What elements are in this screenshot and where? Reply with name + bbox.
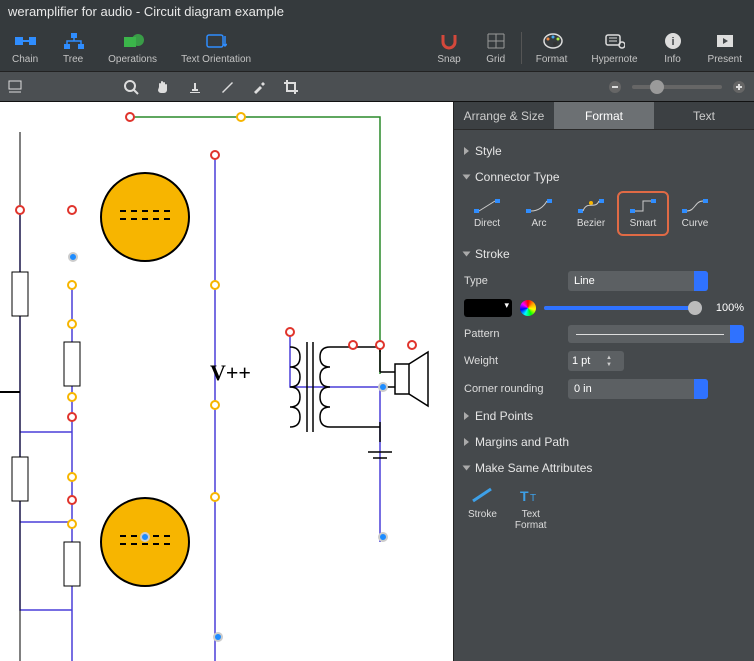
magnifier-tool[interactable] [122,78,140,96]
svg-text:i: i [671,36,674,48]
section-make-same[interactable]: Make Same Attributes [464,455,744,481]
connector-smart[interactable]: Smart [620,194,666,233]
layers-button[interactable] [6,78,24,96]
hypernote-tool[interactable]: Hypernote [585,31,643,65]
svg-text:T: T [530,493,536,504]
info-tool[interactable]: i Info [656,31,690,65]
connector-type-group: Direct Arc Bezier Smart Curve [464,194,744,233]
inspector-panel: Arrange & Size Format Text Style Connect… [454,102,754,661]
connector-direct[interactable]: Direct [464,194,510,233]
stroke-weight-label: Weight [464,355,560,367]
make-same-stroke[interactable]: Stroke [468,487,497,531]
format-tool[interactable]: Format [530,31,574,65]
grid-icon [485,31,507,51]
format-icon [541,31,563,51]
corner-rounding-select[interactable]: 0 in [568,379,708,399]
title-bar: weramplifier for audio - Circuit diagram… [0,0,754,24]
color-wheel-icon[interactable] [520,300,536,316]
connector-arc[interactable]: Arc [516,194,562,233]
chain-label: Chain [12,54,38,65]
zoom-control[interactable] [606,78,748,96]
eyedropper-tool[interactable] [250,78,268,96]
section-style[interactable]: Style [464,138,744,164]
section-end-points[interactable]: End Points [464,403,744,429]
operations-label: Operations [108,54,157,65]
present-label: Present [708,54,742,65]
stroke-opacity-slider[interactable] [544,306,702,310]
operations-icon [122,31,144,51]
tree-icon [62,31,84,51]
present-tool[interactable]: Present [702,31,748,65]
stroke-type-label: Type [464,275,560,287]
stroke-pattern-select[interactable] [568,325,744,343]
text-orientation-label: Text Orientation [181,54,251,65]
section-stroke[interactable]: Stroke [464,241,744,267]
tree-label: Tree [63,54,83,65]
connector-curve[interactable]: Curve [672,194,718,233]
zoom-out-button[interactable] [606,78,624,96]
section-margins-path[interactable]: Margins and Path [464,429,744,455]
corner-rounding-label: Corner rounding [464,383,560,395]
crop-tool[interactable] [282,78,300,96]
zoom-slider[interactable] [632,85,722,89]
section-connector-type[interactable]: Connector Type [464,164,744,190]
main-toolbar: Chain Tree Operations Text Orientation [0,24,754,72]
grid-label: Grid [486,54,505,65]
stamp-tool[interactable] [186,78,204,96]
stroke-opacity-value: 100% [710,302,744,314]
canvas-toolbar [0,72,754,102]
snap-label: Snap [437,54,460,65]
tab-arrange-size[interactable]: Arrange & Size [454,102,554,129]
zoom-in-button[interactable] [730,78,748,96]
brush-tool[interactable] [218,78,236,96]
hypernote-label: Hypernote [591,54,637,65]
canvas[interactable]: V++ [0,102,454,661]
text-orientation-icon [205,31,227,51]
svg-text:T: T [520,488,529,504]
connector-bezier[interactable]: Bezier [568,194,614,233]
info-icon: i [662,31,684,51]
operations-tool[interactable]: Operations [102,31,163,65]
inspector-tabs: Arrange & Size Format Text [454,102,754,130]
tab-text[interactable]: Text [654,102,754,129]
stroke-pattern-label: Pattern [464,328,560,340]
stroke-color-swatch[interactable] [464,299,512,317]
text-orientation-tool[interactable]: Text Orientation [175,31,257,65]
document-title: weramplifier for audio - Circuit diagram… [8,4,284,19]
info-label: Info [664,54,681,65]
hypernote-icon [603,31,625,51]
snap-tool[interactable]: Snap [431,31,466,65]
chain-tool[interactable]: Chain [6,31,44,65]
format-label: Format [536,54,568,65]
tree-tool[interactable]: Tree [56,31,90,65]
chain-icon [14,31,36,51]
stroke-weight-stepper[interactable]: 1 pt ▲▼ [568,351,624,371]
present-icon [714,31,736,51]
stroke-type-select[interactable]: Line [568,271,708,291]
snap-icon [438,31,460,51]
voltage-label: V++ [210,360,251,386]
hand-tool[interactable] [154,78,172,96]
make-same-text-format[interactable]: TT Text Format [515,487,547,531]
tab-format[interactable]: Format [554,102,654,129]
grid-tool[interactable]: Grid [479,31,513,65]
